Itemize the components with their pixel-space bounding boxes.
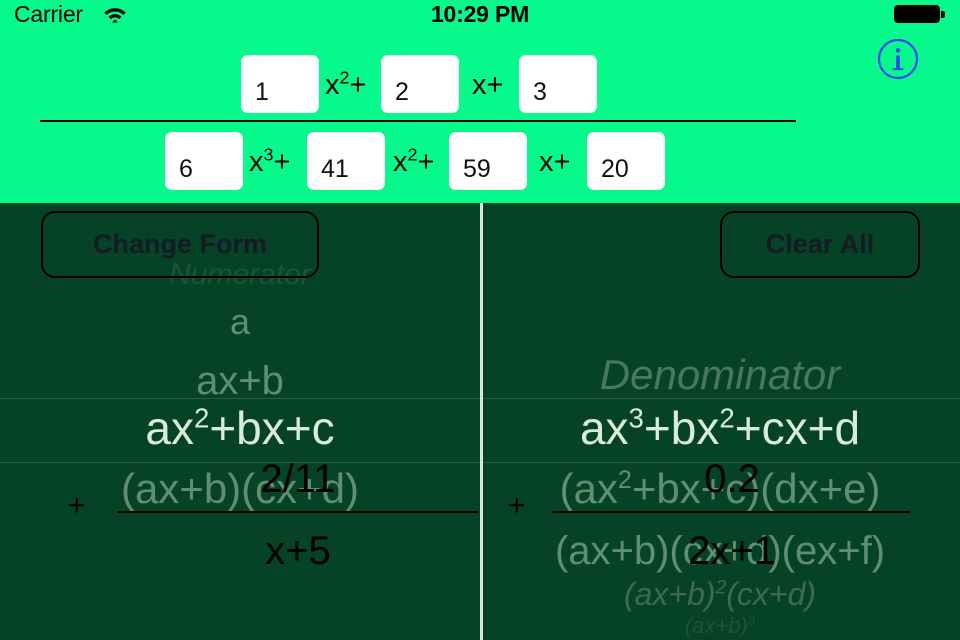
- denominator-selection-line-bottom: [480, 462, 960, 463]
- den-coef-a-input[interactable]: [165, 132, 243, 190]
- info-circle-icon[interactable]: [877, 38, 919, 80]
- denominator-picker-row-1[interactable]: (ax2+bx+c)(dx+e): [480, 467, 960, 510]
- status-time: 10:29 PM: [430, 1, 530, 27]
- numerator-picker-row-2[interactable]: ax2+bx+c: [0, 404, 480, 451]
- battery-full-icon: [894, 5, 948, 25]
- numerator-selection-line-top: [0, 398, 480, 399]
- numerator-selection-line-bottom: [0, 462, 480, 463]
- status-bar: Carrier 10:29 PM: [0, 0, 960, 28]
- denominator-picker-row-0[interactable]: ax3+bx2+cx+d: [480, 404, 960, 451]
- num-coef-a-input[interactable]: [241, 55, 319, 113]
- denominator-picker-header: Denominator: [599, 351, 841, 398]
- num-operator-0: x2+: [325, 67, 367, 101]
- change-form-button[interactable]: Change Form: [41, 211, 319, 278]
- num-coef-b-input[interactable]: [381, 55, 459, 113]
- denominator-selection-line-top: [480, 398, 960, 399]
- app-screen: Numerator a ax+b ax2+bx+c (ax+b)(cx+d) D…: [0, 0, 960, 640]
- den-operator-0: x3+: [249, 144, 291, 178]
- den-coef-d-input[interactable]: [587, 132, 665, 190]
- main-fraction-bar: [40, 120, 796, 122]
- numerator-picker-row-3[interactable]: (ax+b)(cx+d): [0, 468, 480, 510]
- den-coef-c-input[interactable]: [449, 132, 527, 190]
- input-panel: x2+ x+ x3+ x2+ x+: [0, 0, 960, 203]
- clear-all-button[interactable]: Clear All: [720, 211, 920, 278]
- den-operator-1: x2+: [393, 144, 435, 178]
- panel-divider: [480, 203, 483, 640]
- den-operator-2: x+: [539, 146, 571, 178]
- numerator-picker-row-0[interactable]: a: [0, 304, 480, 340]
- numerator-picker-row-1[interactable]: ax+b: [0, 361, 480, 401]
- denominator-picker-row-3[interactable]: (ax+b)2(cx+d): [480, 578, 960, 610]
- num-coef-c-input[interactable]: [519, 55, 597, 113]
- denominator-picker-row-2[interactable]: (ax+b)(cx+d)(ex+f): [480, 531, 960, 571]
- denominator-picker-row-4[interactable]: (ax+b)3: [480, 614, 960, 637]
- den-coef-b-input[interactable]: [307, 132, 385, 190]
- num-operator-1: x+: [472, 69, 504, 101]
